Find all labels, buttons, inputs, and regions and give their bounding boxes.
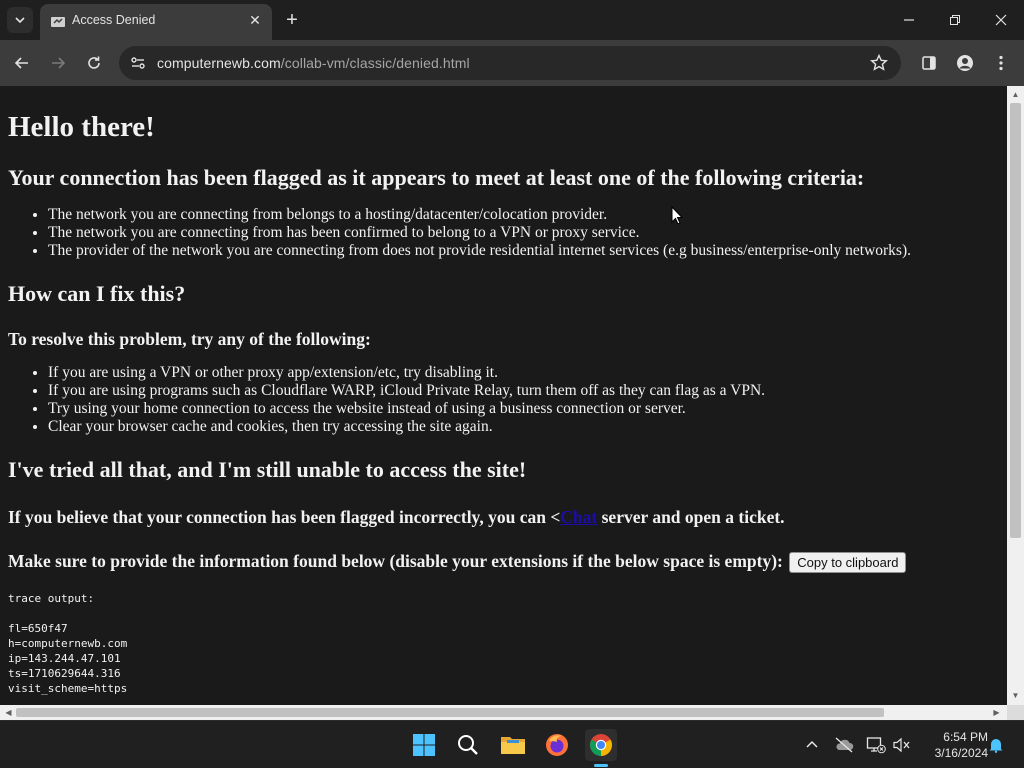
scroll-down-icon[interactable]: ▼ [1010,690,1021,701]
list-item: If you are using programs such as Cloudf… [48,382,999,400]
chat-link[interactable]: Chat [560,507,597,527]
site-info-icon[interactable] [129,54,147,72]
file-explorer-button[interactable] [497,729,529,761]
firefox-button[interactable] [541,729,573,761]
windows-logo-icon [413,734,435,756]
profile-button[interactable] [954,52,976,74]
taskbar-search-button[interactable] [452,729,484,761]
trace-label: trace output: [8,592,95,606]
reload-button[interactable] [82,51,106,75]
search-icon [458,735,478,755]
fix-heading: How can I fix this? [8,281,186,306]
criteria-heading: Your connection has been flagged as it a… [8,165,865,190]
side-panel-icon [922,56,936,70]
tab-title: Access Denied [72,13,156,27]
url-path: /collab-vm/classic/denied.html [280,55,470,71]
horizontal-scroll-thumb[interactable] [16,708,884,717]
list-item: The network you are connecting from belo… [48,206,999,224]
start-button[interactable] [408,729,440,761]
url-host: computernewb.com [157,55,281,71]
minimize-icon [904,19,914,21]
trace-line: ip=143.244.47.101 [8,652,121,666]
provide-info-text: Make sure to provide the information fou… [8,550,999,574]
cloud-offline-icon [835,737,854,753]
page-viewport: Hello there! Your connection has been fl… [0,86,1024,720]
incorrect-text-after: server and open a ticket. [597,507,785,527]
taskbar-clock[interactable]: 6:54 PM 3/16/2024 [918,729,988,761]
address-bar[interactable]: computernewb.com/collab-vm/classic/denie… [119,46,901,80]
arrow-left-icon [14,57,28,69]
scroll-left-icon[interactable]: ◀ [3,707,14,718]
trace-line: visit_scheme=https [8,682,128,696]
clock-time: 6:54 PM [943,730,988,744]
page-heading: Hello there! [8,111,155,143]
close-icon [995,14,1007,26]
incorrect-flag-text: If you believe that your connection has … [8,506,999,528]
provide-text: Make sure to provide the information fou… [8,551,783,571]
copy-to-clipboard-button[interactable]: Copy to clipboard [789,552,907,574]
restore-icon [950,15,960,25]
network-tray-button[interactable] [866,735,886,755]
scroll-right-icon[interactable]: ▶ [991,707,1002,718]
forward-button[interactable] [46,51,70,75]
list-item: The network you are connecting from has … [48,224,999,242]
close-window-button[interactable] [989,8,1013,32]
tab-strip: Access Denied ✕ + [0,0,1024,40]
show-hidden-icons-button[interactable] [802,735,822,755]
onedrive-tray-button[interactable] [834,735,854,755]
url-text: computernewb.com/collab-vm/classic/denie… [157,55,470,71]
tab-access-denied[interactable]: Access Denied ✕ [40,4,272,40]
arrow-right-icon [52,57,66,69]
incorrect-text-before: If you believe that your connection has … [8,507,561,527]
folder-icon [501,737,525,754]
tried-heading: I've tried all that, and I'm still unabl… [8,457,527,482]
restore-button[interactable] [943,8,967,32]
volume-tray-button[interactable] [892,735,912,755]
bookmark-star-icon[interactable] [869,53,889,73]
minimize-button[interactable] [897,8,921,32]
mouse-cursor-icon [671,206,683,225]
trace-output: trace output: fl=650f47 h=computernewb.com… [8,591,999,696]
close-tab-icon[interactable]: ✕ [246,11,264,29]
resolve-heading: To resolve this problem, try any of the … [8,329,371,349]
list-item: If you are using a VPN or other proxy ap… [48,364,999,382]
reload-icon [88,56,100,69]
firefox-icon [546,734,568,756]
fixes-list: If you are using a VPN or other proxy ap… [8,364,999,436]
new-tab-button[interactable]: + [282,8,302,32]
scrollbar-corner [1007,705,1024,720]
vertical-scroll-thumb[interactable] [1010,103,1021,538]
more-vertical-icon [999,55,1003,71]
browser-toolbar: computernewb.com/collab-vm/classic/denie… [0,40,1024,86]
list-item: The provider of the network you are conn… [48,242,999,260]
network-disconnected-icon [866,737,886,754]
chrome-icon [590,734,612,756]
list-item: Try using your home connection to access… [48,400,999,418]
browser-menu-button[interactable] [990,52,1012,74]
speaker-muted-icon [893,737,910,753]
trace-line: ts=1710629644.316 [8,667,121,681]
active-app-indicator [594,764,608,767]
trace-line: fl=650f47 [8,622,68,636]
page-favicon-icon [51,17,65,27]
scroll-up-icon[interactable]: ▲ [1010,89,1021,100]
bell-icon [989,739,1003,753]
page-content: Hello there! Your connection has been fl… [0,86,1007,705]
clock-date: 3/16/2024 [934,746,988,760]
vertical-scrollbar[interactable]: ▲ ▼ [1007,86,1024,705]
horizontal-scrollbar[interactable]: ◀ ▶ [0,705,1007,720]
tab-search-button[interactable] [7,7,33,33]
chrome-button[interactable] [585,729,617,761]
trace-line: h=computernewb.com [8,637,128,651]
list-item: Clear your browser cache and cookies, th… [48,418,999,436]
back-button[interactable] [10,51,34,75]
chevron-up-icon [806,740,818,748]
profile-icon [957,55,973,71]
side-panel-button[interactable] [918,52,940,74]
notifications-button[interactable] [986,735,1006,755]
windows-taskbar: 6:54 PM 3/16/2024 [0,720,1024,768]
chevron-down-icon [15,17,25,24]
criteria-list: The network you are connecting from belo… [8,206,999,260]
